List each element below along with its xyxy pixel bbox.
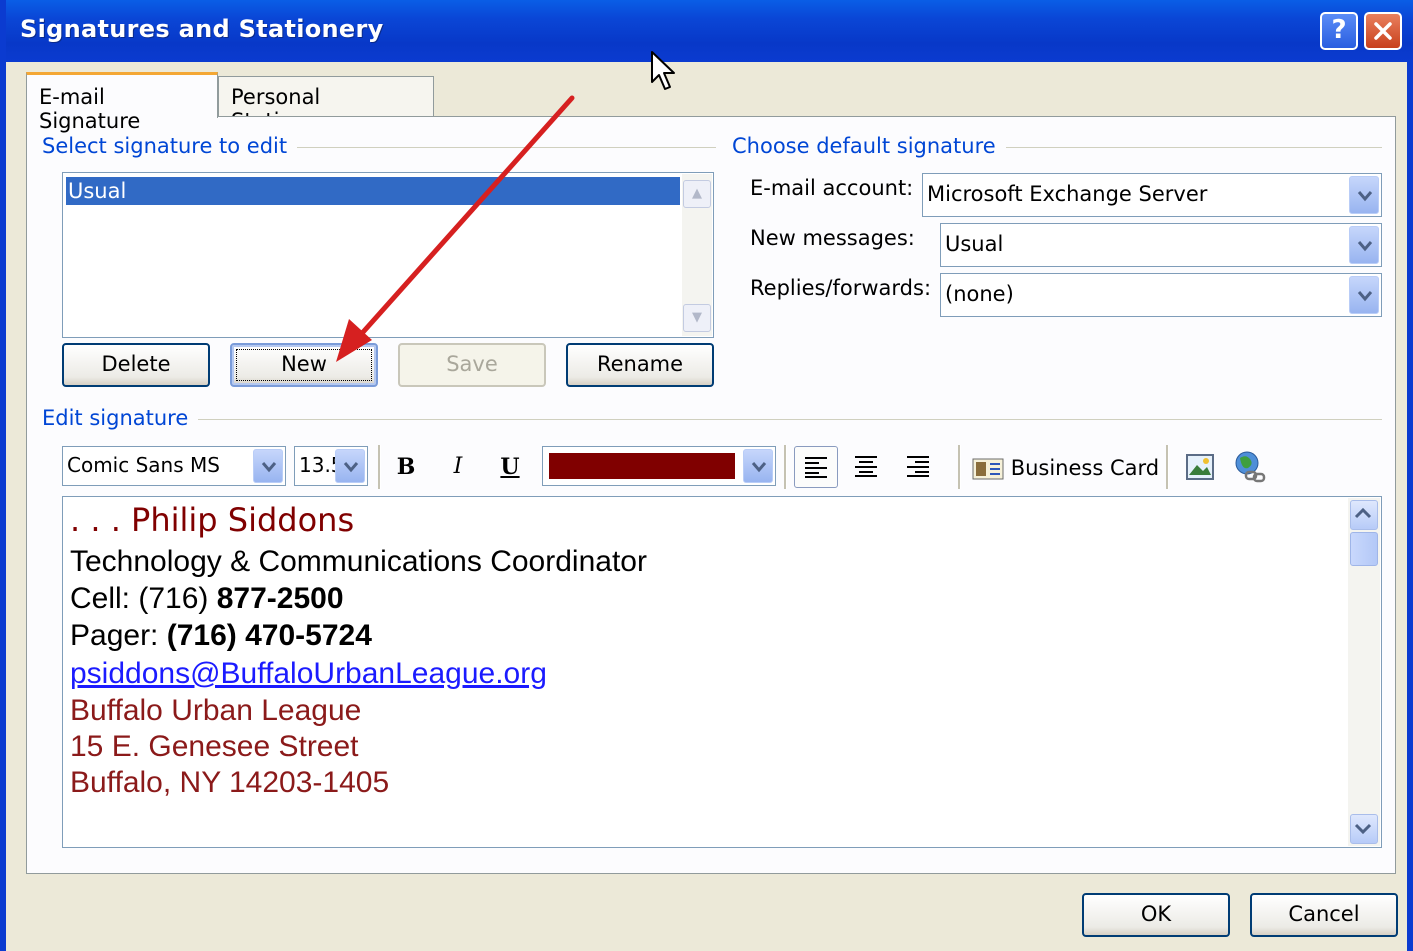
pager-number: (716) 470-5724 <box>166 619 372 652</box>
close-icon <box>1374 22 1392 40</box>
chevron-down-icon[interactable] <box>1349 226 1379 264</box>
signature-name-line: . . . Philip Siddons <box>70 501 355 539</box>
select-signature-group-label: Select signature to edit <box>42 134 298 158</box>
font-name-select[interactable]: Comic Sans MS <box>62 446 286 486</box>
signature-cell: Cell: (716) 877-2500 <box>70 582 344 615</box>
toolbar-separator <box>958 445 961 489</box>
help-button[interactable]: ? <box>1320 12 1358 50</box>
new-button[interactable]: New <box>230 343 378 387</box>
chevron-down-icon[interactable] <box>335 449 365 483</box>
bold-button[interactable]: B <box>388 448 424 486</box>
ok-button[interactable]: OK <box>1082 893 1230 937</box>
chevron-down-icon[interactable] <box>743 449 773 483</box>
default-signature-group-label: Choose default signature <box>732 134 1006 158</box>
scroll-down-button[interactable]: ▼ <box>683 304 711 332</box>
chevron-down-icon[interactable] <box>1349 276 1379 314</box>
editor-scrollbar[interactable] <box>1348 498 1380 846</box>
help-icon: ? <box>1331 15 1347 45</box>
save-button[interactable]: Save <box>398 343 546 387</box>
tab-email-signature[interactable]: E-mail Signature <box>26 72 218 133</box>
editor-scroll-down-button[interactable] <box>1350 814 1378 844</box>
toolbar-separator <box>784 445 787 489</box>
font-name-value: Comic Sans MS <box>67 453 220 477</box>
font-color-select[interactable] <box>542 446 776 486</box>
font-color-swatch <box>549 453 735 479</box>
window-title: Signatures and Stationery <box>20 15 384 43</box>
chevron-down-icon[interactable] <box>253 449 283 483</box>
email-account-value: Microsoft Exchange Server <box>927 182 1208 206</box>
insert-hyperlink-button[interactable] <box>1232 448 1268 486</box>
tab-personal-stationery[interactable]: Personal Stationery <box>218 76 434 133</box>
close-button[interactable] <box>1364 12 1402 50</box>
signatures-dialog: Signatures and Stationery ? E-mail Signa… <box>0 0 1413 951</box>
email-account-select[interactable]: Microsoft Exchange Server <box>922 173 1382 217</box>
group-divider <box>186 419 1382 420</box>
toolbar-separator <box>1166 445 1169 489</box>
replies-forwards-value: (none) <box>945 282 1014 306</box>
group-divider <box>984 147 1382 148</box>
signature-editor[interactable]: . . . Philip Siddons Technology & Commun… <box>62 496 1382 848</box>
new-messages-label: New messages: <box>750 226 915 250</box>
business-card-button[interactable]: Business Card <box>972 452 1159 484</box>
align-left-icon <box>805 457 827 478</box>
insert-hyperlink-icon <box>1235 451 1266 483</box>
cell-number: 877-2500 <box>216 582 344 615</box>
signature-street: 15 E. Genesee Street <box>70 730 359 763</box>
business-card-label: Business Card <box>1010 456 1160 480</box>
email-account-label: E-mail account: <box>750 176 914 200</box>
mouse-cursor-icon <box>651 51 675 90</box>
signature-pager: Pager: (716) 470-5724 <box>70 619 372 652</box>
toolbar-separator <box>378 445 381 489</box>
signature-job-title: Technology & Communications Coordinator <box>70 545 647 578</box>
rename-button[interactable]: Rename <box>566 343 714 387</box>
list-item[interactable]: Usual <box>66 177 680 205</box>
underline-button[interactable]: U <box>492 448 528 486</box>
business-card-icon <box>972 458 1004 480</box>
align-center-icon <box>855 456 877 477</box>
list-scrollbar[interactable]: ▲ ▼ <box>682 174 712 336</box>
replies-forwards-label: Replies/forwards: <box>750 276 932 300</box>
align-center-button[interactable] <box>848 448 884 486</box>
cancel-button[interactable]: Cancel <box>1250 893 1398 937</box>
align-right-icon <box>907 456 929 477</box>
italic-button[interactable]: I <box>440 448 476 486</box>
insert-picture-button[interactable] <box>1182 448 1218 486</box>
signature-name: Philip Siddons <box>131 501 355 539</box>
editor-scroll-thumb[interactable] <box>1350 532 1378 566</box>
align-left-button[interactable] <box>794 446 838 488</box>
editor-scroll-up-button[interactable] <box>1350 500 1378 530</box>
edit-signature-group-label: Edit signature <box>42 406 199 430</box>
font-size-select[interactable]: 13.5 <box>294 446 368 486</box>
align-right-button[interactable] <box>900 448 936 486</box>
group-divider <box>276 147 716 148</box>
signature-list[interactable]: Usual ▲ ▼ <box>62 172 714 338</box>
chevron-down-icon[interactable] <box>1349 176 1379 214</box>
title-bar[interactable]: Signatures and Stationery ? <box>6 0 1413 62</box>
new-messages-select[interactable]: Usual <box>940 223 1382 267</box>
signature-org: Buffalo Urban League <box>70 694 362 727</box>
scroll-up-button[interactable]: ▲ <box>683 180 711 208</box>
signature-city: Buffalo, NY 14203-1405 <box>70 766 390 799</box>
insert-picture-icon <box>1186 454 1214 480</box>
new-messages-value: Usual <box>945 232 1004 256</box>
delete-button[interactable]: Delete <box>62 343 210 387</box>
signature-email-link[interactable]: psiddons@BuffaloUrbanLeague.org <box>70 657 547 691</box>
replies-forwards-select[interactable]: (none) <box>940 273 1382 317</box>
